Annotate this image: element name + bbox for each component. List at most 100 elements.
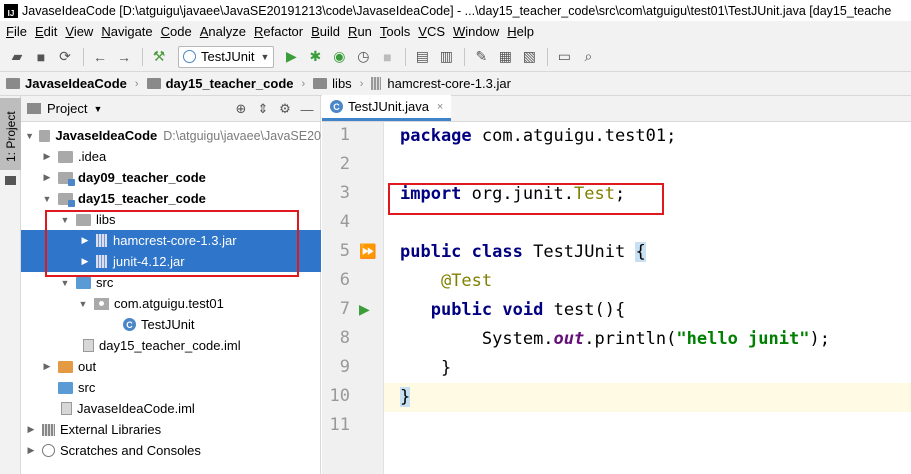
project-settings-icon[interactable]: ▦ [494, 46, 516, 68]
line-number: 9 [339, 357, 350, 377]
back-arrow-icon[interactable]: ← [89, 46, 111, 68]
chevron-right-icon[interactable]: ▶ [25, 424, 37, 435]
menu-vcs[interactable]: VCS [414, 21, 449, 42]
breadcrumb-item-module[interactable]: day15_teacher_code › [146, 76, 314, 91]
tree-item-day09[interactable]: ▶ day09_teacher_code [21, 167, 321, 188]
java-class-icon: C [330, 100, 343, 113]
chevron-down-icon[interactable]: ▼ [25, 131, 34, 141]
tree-item-package[interactable]: ▼ com.atguigu.test01 [21, 293, 321, 314]
close-icon[interactable]: × [437, 101, 443, 113]
breadcrumb-item-jar[interactable]: hamcrest-core-1.3.jar [371, 76, 511, 91]
editor-tab-bar: C TestJUnit.java × [322, 95, 911, 122]
menu-edit[interactable]: Edit [31, 21, 61, 42]
code-line: } [384, 354, 911, 383]
chevron-right-icon[interactable]: ▶ [79, 235, 91, 246]
chevron-down-icon[interactable]: ▼ [77, 299, 89, 309]
save-icon[interactable]: ■ [30, 46, 52, 68]
tree-item-project-root[interactable]: ▼ JavaseIdeaCode D:\atguigu\javaee\JavaS… [21, 125, 321, 146]
structure-icon[interactable] [5, 176, 16, 185]
tree-item-day15[interactable]: ▼ day15_teacher_code [21, 188, 321, 209]
debug-icon[interactable]: ✱ [304, 46, 326, 68]
chevron-right-icon[interactable]: ▶ [41, 361, 53, 372]
tree-item-scratches[interactable]: ▶ Scratches and Consoles [21, 440, 321, 461]
project-structure-icon[interactable]: ▤ [411, 46, 433, 68]
run-class-icon[interactable]: ⏩ [359, 243, 376, 260]
run-test-icon[interactable]: ▶ [359, 301, 370, 318]
chevron-down-icon[interactable]: ▼ [93, 104, 102, 114]
code-area[interactable]: package com.atguigu.test01; import org.j… [384, 122, 911, 474]
tree-item-testjunit[interactable]: C TestJUnit [21, 314, 321, 335]
breadcrumb-item-libs[interactable]: libs › [313, 76, 371, 91]
collapse-all-icon[interactable]: ⇕ [254, 100, 272, 118]
chevron-right-icon[interactable]: ▶ [79, 256, 91, 267]
tree-item-src-module[interactable]: ▼ src [21, 272, 321, 293]
tab-label: TestJUnit.java [348, 99, 429, 114]
profile-icon[interactable]: ◷ [352, 46, 374, 68]
project-panel-title[interactable]: Project [47, 101, 87, 116]
menu-refactor[interactable]: Refactor [250, 21, 307, 42]
menu-navigate[interactable]: Navigate [97, 21, 156, 42]
menu-analyze[interactable]: Analyze [196, 21, 250, 42]
menu-run[interactable]: Run [344, 21, 376, 42]
code-token: package [400, 126, 472, 146]
gear-icon[interactable]: ⚙ [276, 100, 294, 118]
code-token: System. [481, 329, 554, 349]
menu-help[interactable]: Help [503, 21, 538, 42]
chevron-right-icon[interactable]: ▶ [41, 151, 53, 162]
tree-item-out[interactable]: ▶ out [21, 356, 321, 377]
java-class-icon: C [123, 318, 136, 331]
project-view-icon [27, 103, 41, 114]
left-tool-strip: 1: Project [0, 96, 21, 474]
source-folder-icon [76, 276, 91, 289]
locate-icon[interactable]: ⊕ [232, 100, 250, 118]
code-token: } [400, 387, 411, 407]
line-number: 5 [339, 241, 350, 261]
menu-build[interactable]: Build [307, 21, 344, 42]
terminal-icon[interactable]: ▭ [553, 46, 575, 68]
jar-icon [96, 255, 107, 268]
split-icon[interactable]: ▥ [435, 46, 457, 68]
settings-wrench-icon[interactable]: ✎ [470, 46, 492, 68]
chevron-down-icon[interactable]: ▼ [41, 194, 53, 204]
code-token: com.atguigu.test01; [471, 126, 677, 146]
run-icon[interactable]: ▶ [280, 46, 302, 68]
run-configuration-select[interactable]: TestJUnit ▼ [178, 45, 275, 68]
menu-window[interactable]: Window [449, 21, 503, 42]
tree-item-idea[interactable]: ▶ .idea [21, 146, 321, 167]
tree-item-project-iml[interactable]: JavaseIdeaCode.iml [21, 398, 321, 419]
chevron-down-icon[interactable]: ▼ [59, 215, 71, 225]
code-token: test(){ [543, 300, 626, 320]
folder-icon [313, 78, 328, 89]
code-token: public [400, 242, 462, 262]
sync-icon[interactable]: ⟳ [54, 46, 76, 68]
project-tool-window-tab[interactable]: 1: Project [0, 98, 21, 170]
forward-arrow-icon[interactable]: → [113, 46, 135, 68]
open-folder-icon[interactable]: ▰ [6, 46, 28, 68]
tab-testjunit-java[interactable]: C TestJUnit.java × [322, 95, 452, 121]
breadcrumb-item-project[interactable]: JavaseIdeaCode › [6, 76, 147, 91]
tree-item-junit-jar[interactable]: ▶ junit-4.12.jar [21, 251, 321, 272]
tree-item-module-iml[interactable]: day15_teacher_code.iml [21, 335, 321, 356]
tree-item-libs[interactable]: ▼ libs [21, 209, 321, 230]
tree-item-src-root[interactable]: src [21, 377, 321, 398]
menu-file[interactable]: File [2, 21, 31, 42]
tree-item-label: src [96, 275, 114, 290]
menu-view[interactable]: View [61, 21, 97, 42]
menu-code[interactable]: Code [157, 21, 196, 42]
search-icon[interactable]: ⌕ [577, 46, 599, 68]
window-title: JavaseIdeaCode [D:\atguigu\javaee\JavaSE… [22, 3, 892, 18]
coverage-icon[interactable]: ◉ [328, 46, 350, 68]
tree-item-hamcrest-jar[interactable]: ▶ hamcrest-core-1.3.jar [21, 230, 321, 251]
breadcrumb-label: JavaseIdeaCode [25, 76, 127, 91]
tree-item-external-libraries[interactable]: ▶ External Libraries [21, 419, 321, 440]
sdk-icon[interactable]: ▧ [518, 46, 540, 68]
stop-icon[interactable]: ■ [376, 46, 398, 68]
build-hammer-icon[interactable]: ⚒ [148, 46, 170, 68]
chevron-right-icon[interactable]: ▶ [41, 172, 53, 183]
chevron-right-icon[interactable]: ▶ [25, 445, 37, 456]
line-number: 10 [329, 386, 350, 406]
iml-file-icon [83, 339, 94, 352]
chevron-down-icon[interactable]: ▼ [59, 278, 71, 288]
hide-panel-icon[interactable]: — [298, 100, 316, 118]
menu-tools[interactable]: Tools [376, 21, 414, 42]
